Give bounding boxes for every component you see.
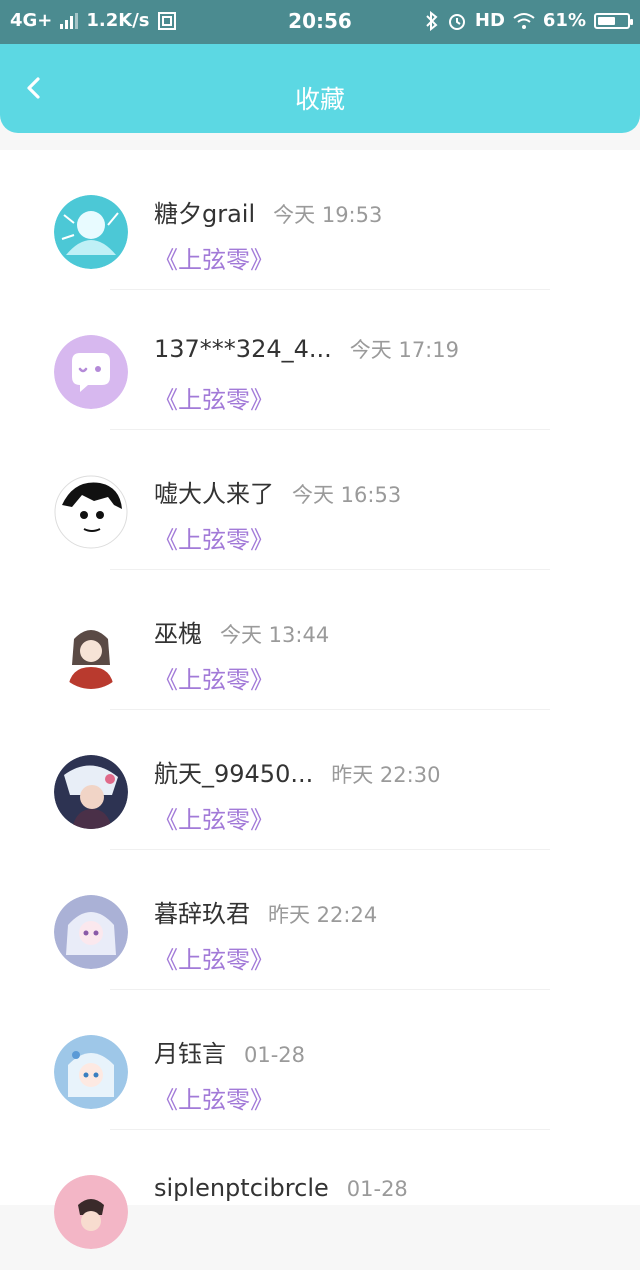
avatar[interactable] (54, 475, 128, 549)
battery-percent: 61% (542, 10, 586, 31)
item-header: 糖夕grail 今天 19:53 (154, 194, 382, 229)
list-item[interactable]: siplenptcibrcle 01-28 (0, 1130, 640, 1270)
list-item[interactable]: 糖夕grail 今天 19:53 《上弦零》 (0, 150, 640, 290)
book-title[interactable]: 《上弦零》 (154, 660, 274, 695)
item-header: siplenptcibrcle 01-28 (154, 1174, 408, 1202)
user-name[interactable]: 137***324_4... (154, 335, 332, 363)
timestamp: 今天 13:44 (220, 623, 330, 647)
list-item[interactable]: 暮辞玖君 昨天 22:24 《上弦零》 (0, 850, 640, 990)
alarm-icon (448, 13, 465, 30)
book-title[interactable]: 《上弦零》 (154, 240, 274, 275)
timestamp: 昨天 22:30 (331, 763, 441, 787)
list-item[interactable]: 137***324_4... 今天 17:19 《上弦零》 (0, 290, 640, 430)
favorites-list: 糖夕grail 今天 19:53 《上弦零》 137***324_4... 今天… (0, 150, 640, 1249)
book-title[interactable]: 《上弦零》 (154, 800, 274, 835)
wifi-icon (513, 12, 535, 29)
avatar[interactable] (54, 615, 128, 689)
user-name[interactable]: 航天_99450... (154, 754, 313, 789)
avatar[interactable] (54, 335, 128, 409)
user-name[interactable]: 嘘大人来了 (154, 474, 274, 509)
user-name[interactable]: 月钰言 (154, 1034, 226, 1069)
status-right: HD 61% (425, 10, 633, 31)
avatar[interactable] (54, 895, 128, 969)
avatar[interactable] (54, 1035, 128, 1109)
battery-icon (594, 12, 633, 29)
list-item[interactable]: 月钰言 01-28 《上弦零》 (0, 990, 640, 1130)
page-title: 收藏 (294, 85, 345, 114)
list-item[interactable]: 航天_99450... 昨天 22:30 《上弦零》 (0, 710, 640, 850)
hd-label: HD (474, 10, 505, 31)
item-header: 暮辞玖君 昨天 22:24 (154, 894, 377, 929)
avatar[interactable] (54, 195, 128, 269)
user-name[interactable]: 暮辞玖君 (154, 894, 250, 929)
item-header: 航天_99450... 昨天 22:30 (154, 754, 440, 789)
user-name[interactable]: siplenptcibrcle (154, 1174, 329, 1202)
avatar[interactable] (54, 1175, 128, 1249)
list-item[interactable]: 巫槐 今天 13:44 《上弦零》 (0, 570, 640, 710)
user-name[interactable]: 巫槐 (154, 614, 202, 649)
timestamp: 01-28 (244, 1043, 306, 1067)
timestamp: 昨天 22:24 (268, 903, 378, 927)
avatar[interactable] (54, 755, 128, 829)
item-header: 137***324_4... 今天 17:19 (154, 334, 459, 364)
user-name[interactable]: 糖夕grail (154, 194, 255, 229)
status-bar: 4G+ 1.2K/s 20:56 HD 61% (0, 0, 640, 44)
book-title[interactable]: 《上弦零》 (154, 380, 274, 415)
book-title[interactable]: 《上弦零》 (154, 520, 274, 555)
timestamp: 今天 16:53 (292, 483, 402, 507)
header: 收藏 (0, 44, 640, 133)
book-title[interactable]: 《上弦零》 (154, 1080, 274, 1115)
book-title[interactable]: 《上弦零》 (154, 940, 274, 975)
timestamp: 今天 17:19 (349, 338, 459, 362)
item-header: 巫槐 今天 13:44 (154, 614, 329, 649)
bluetooth-icon (426, 10, 438, 31)
list-item[interactable]: 嘘大人来了 今天 16:53 《上弦零》 (0, 430, 640, 570)
timestamp: 01-28 (346, 1177, 408, 1201)
timestamp: 今天 19:53 (273, 203, 383, 227)
item-header: 月钰言 01-28 (154, 1034, 305, 1069)
item-header: 嘘大人来了 今天 16:53 (154, 474, 401, 509)
